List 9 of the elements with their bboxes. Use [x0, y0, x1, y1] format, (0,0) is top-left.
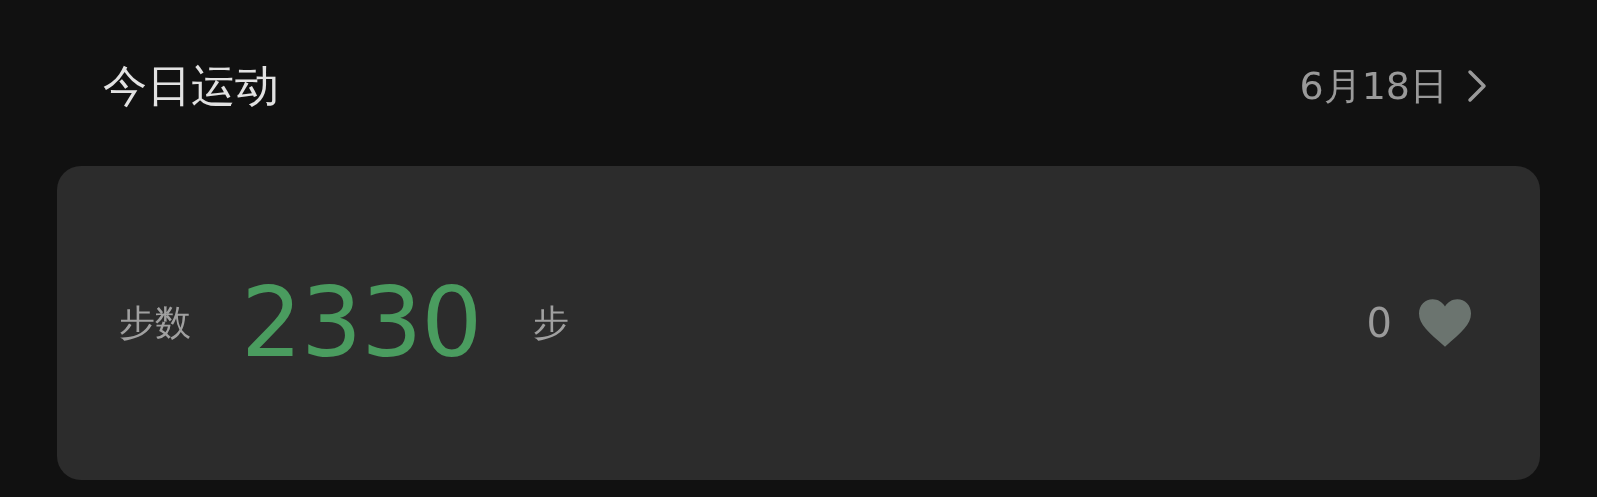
- steps-value: 2330: [241, 267, 482, 379]
- like-count: 0: [1366, 300, 1392, 346]
- steps-card[interactable]: 步数 2330 步 0: [57, 166, 1540, 480]
- section-title: 今日运动: [103, 58, 279, 113]
- steps-label: 步数: [119, 300, 191, 345]
- heart-icon[interactable]: [1416, 297, 1474, 349]
- chevron-right-icon: [1466, 68, 1488, 104]
- date-link[interactable]: 6月18日: [1299, 60, 1488, 112]
- steps-unit: 步: [533, 300, 570, 345]
